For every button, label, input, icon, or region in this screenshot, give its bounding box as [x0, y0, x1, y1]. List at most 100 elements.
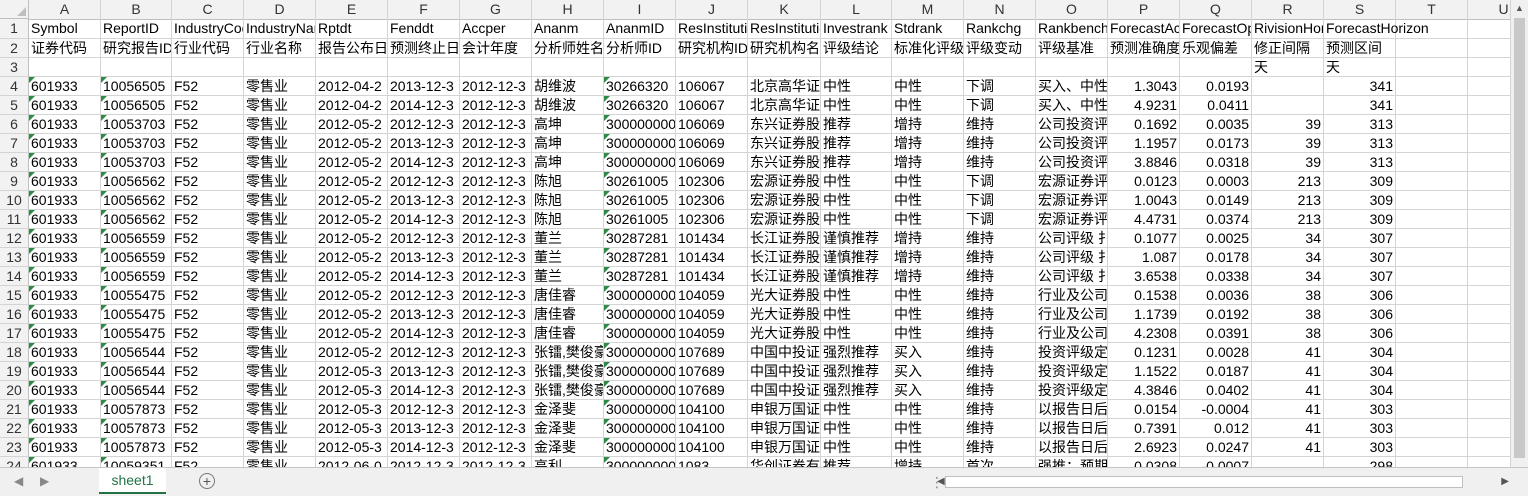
- cell-P6[interactable]: 0.1692: [1108, 115, 1180, 134]
- cell-H9[interactable]: 陈旭: [532, 172, 604, 191]
- cell-P13[interactable]: 1.087: [1108, 248, 1180, 267]
- column-header-B[interactable]: B: [101, 0, 172, 19]
- cell-P4[interactable]: 1.3043: [1108, 77, 1180, 96]
- cell-F11[interactable]: 2014-12-3: [388, 210, 460, 229]
- cell-E18[interactable]: 2012-05-2: [316, 343, 388, 362]
- cell-E24[interactable]: 2012-06-0: [316, 457, 388, 467]
- cell-Q12[interactable]: 0.0025: [1180, 229, 1252, 248]
- cell-M9[interactable]: 中性: [892, 172, 964, 191]
- cell-T17[interactable]: [1396, 324, 1468, 343]
- cell-J24[interactable]: 1083: [676, 457, 748, 467]
- cell-E6[interactable]: 2012-05-2: [316, 115, 388, 134]
- cell-K20[interactable]: 中国中投证: [748, 381, 821, 400]
- cell-D13[interactable]: 零售业: [244, 248, 316, 267]
- cell-J13[interactable]: 101434: [676, 248, 748, 267]
- cell-A21[interactable]: 601933: [29, 400, 101, 419]
- cell-E12[interactable]: 2012-05-2: [316, 229, 388, 248]
- cell-L1[interactable]: Investrank: [821, 19, 892, 39]
- cell-U21[interactable]: [1468, 400, 1510, 419]
- cell-C17[interactable]: F52: [172, 324, 244, 343]
- column-header-U[interactable]: U: [1468, 0, 1510, 19]
- cell-N8[interactable]: 维持: [964, 153, 1036, 172]
- cell-H24[interactable]: 高利: [532, 457, 604, 467]
- cell-K18[interactable]: 中国中投证: [748, 343, 821, 362]
- cell-F3[interactable]: [388, 58, 460, 77]
- cell-C21[interactable]: F52: [172, 400, 244, 419]
- cell-O19[interactable]: 投资评级定: [1036, 362, 1108, 381]
- cell-R17[interactable]: 38: [1252, 324, 1324, 343]
- cell-S24[interactable]: 298: [1324, 457, 1396, 467]
- cell-A18[interactable]: 601933: [29, 343, 101, 362]
- cell-L11[interactable]: 中性: [821, 210, 892, 229]
- cell-S6[interactable]: 313: [1324, 115, 1396, 134]
- cell-C8[interactable]: F52: [172, 153, 244, 172]
- cell-K13[interactable]: 长江证券股: [748, 248, 821, 267]
- cell-O4[interactable]: 买入、中性: [1036, 77, 1108, 96]
- cell-K14[interactable]: 长江证券股: [748, 267, 821, 286]
- cell-L17[interactable]: 中性: [821, 324, 892, 343]
- cell-L22[interactable]: 中性: [821, 419, 892, 438]
- cell-K1[interactable]: ResInstitution: [748, 19, 821, 39]
- cell-U3[interactable]: [1468, 58, 1510, 77]
- cell-P21[interactable]: 0.0154: [1108, 400, 1180, 419]
- cell-H5[interactable]: 胡维波: [532, 96, 604, 115]
- cell-P2[interactable]: 预测准确度: [1108, 39, 1180, 58]
- cell-I19[interactable]: 300000000: [604, 362, 676, 381]
- vertical-scroll-thumb[interactable]: [1514, 18, 1525, 458]
- row-header-22[interactable]: 22: [0, 419, 29, 438]
- column-header-Q[interactable]: Q: [1180, 0, 1252, 19]
- cell-G9[interactable]: 2012-12-3: [460, 172, 532, 191]
- cell-F4[interactable]: 2013-12-3: [388, 77, 460, 96]
- cell-P19[interactable]: 1.1522: [1108, 362, 1180, 381]
- cell-C22[interactable]: F52: [172, 419, 244, 438]
- column-header-E[interactable]: E: [316, 0, 388, 19]
- cell-M4[interactable]: 中性: [892, 77, 964, 96]
- cell-K11[interactable]: 宏源证券股: [748, 210, 821, 229]
- cell-E16[interactable]: 2012-05-2: [316, 305, 388, 324]
- cell-T6[interactable]: [1396, 115, 1468, 134]
- cell-C3[interactable]: [172, 58, 244, 77]
- cell-A16[interactable]: 601933: [29, 305, 101, 324]
- cell-O13[interactable]: 公司评级 扌: [1036, 248, 1108, 267]
- cell-H16[interactable]: 唐佳睿: [532, 305, 604, 324]
- cell-O22[interactable]: 以报告日后: [1036, 419, 1108, 438]
- cell-J2[interactable]: 研究机构ID: [676, 39, 748, 58]
- cell-H4[interactable]: 胡维波: [532, 77, 604, 96]
- cell-S22[interactable]: 303: [1324, 419, 1396, 438]
- cell-H11[interactable]: 陈旭: [532, 210, 604, 229]
- cell-U13[interactable]: [1468, 248, 1510, 267]
- cell-C1[interactable]: IndustryCode: [172, 19, 244, 39]
- cell-J12[interactable]: 101434: [676, 229, 748, 248]
- cell-U9[interactable]: [1468, 172, 1510, 191]
- cell-K9[interactable]: 宏源证券股: [748, 172, 821, 191]
- cell-R5[interactable]: [1252, 96, 1324, 115]
- cell-R1[interactable]: RivisionHorizon: [1252, 19, 1324, 39]
- row-header-23[interactable]: 23: [0, 438, 29, 457]
- cell-N4[interactable]: 下调: [964, 77, 1036, 96]
- cell-G11[interactable]: 2012-12-3: [460, 210, 532, 229]
- cell-H2[interactable]: 分析师姓名: [532, 39, 604, 58]
- cell-A8[interactable]: 601933: [29, 153, 101, 172]
- row-header-5[interactable]: 5: [0, 96, 29, 115]
- cell-P24[interactable]: 0.0308: [1108, 457, 1180, 467]
- cell-B19[interactable]: 10056544: [101, 362, 172, 381]
- cell-A12[interactable]: 601933: [29, 229, 101, 248]
- cell-A2[interactable]: 证券代码: [29, 39, 101, 58]
- cell-E3[interactable]: [316, 58, 388, 77]
- cell-C12[interactable]: F52: [172, 229, 244, 248]
- cell-N17[interactable]: 维持: [964, 324, 1036, 343]
- cell-A17[interactable]: 601933: [29, 324, 101, 343]
- cell-J1[interactable]: ResInstitutionID: [676, 19, 748, 39]
- cell-E5[interactable]: 2012-04-2: [316, 96, 388, 115]
- cell-E8[interactable]: 2012-05-2: [316, 153, 388, 172]
- cell-M1[interactable]: Stdrank: [892, 19, 964, 39]
- cell-F16[interactable]: 2013-12-3: [388, 305, 460, 324]
- cell-C4[interactable]: F52: [172, 77, 244, 96]
- cell-P20[interactable]: 4.3846: [1108, 381, 1180, 400]
- cell-L4[interactable]: 中性: [821, 77, 892, 96]
- cell-K2[interactable]: 研究机构名称: [748, 39, 821, 58]
- cell-D2[interactable]: 行业名称: [244, 39, 316, 58]
- cell-L9[interactable]: 中性: [821, 172, 892, 191]
- cell-U20[interactable]: [1468, 381, 1510, 400]
- cell-E21[interactable]: 2012-05-3: [316, 400, 388, 419]
